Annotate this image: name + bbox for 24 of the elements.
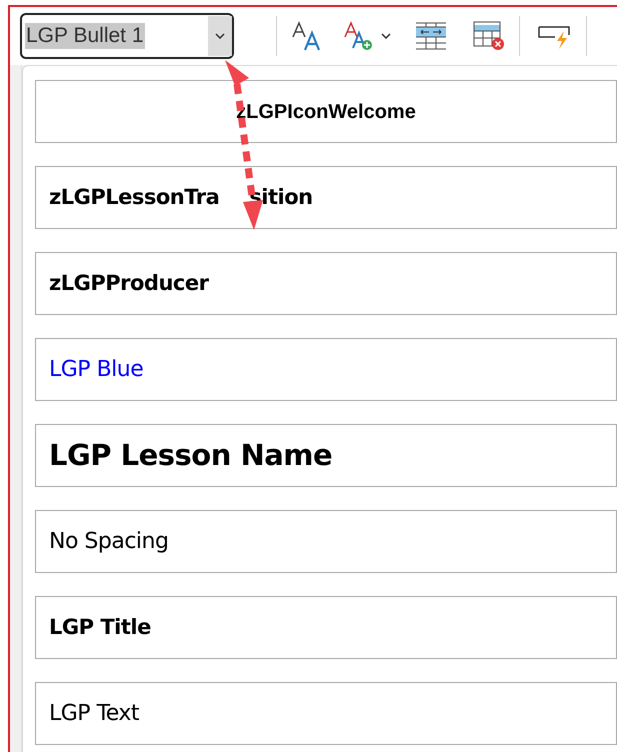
style-item[interactable]: LGP Blue	[35, 338, 617, 401]
style-name: LGP Text	[49, 700, 140, 728]
style-item[interactable]: LGP Text	[35, 682, 617, 745]
style-item[interactable]: zLGPProducer	[35, 252, 617, 315]
style-value: LGP Bullet 1	[25, 23, 145, 49]
style-item[interactable]: No Spacing	[35, 510, 617, 573]
style-item[interactable]: LGP Title	[35, 596, 617, 659]
text-style-icon[interactable]	[291, 21, 323, 51]
style-name: No Spacing	[49, 528, 168, 556]
dropdown-button[interactable]	[208, 16, 232, 56]
style-combo-box[interactable]: LGP Bullet 1	[20, 13, 234, 59]
style-item[interactable]: LGP Lesson Name	[35, 424, 617, 487]
delete-table-icon[interactable]	[473, 21, 505, 51]
style-name: zLGPProducer	[49, 270, 208, 297]
style-name: LGP Blue	[49, 356, 144, 384]
style-item[interactable]: zLGPIconWelcome	[35, 80, 617, 143]
table-columns-icon[interactable]	[415, 22, 447, 50]
style-name: zLGPIconWelcome	[236, 100, 416, 124]
style-name: LGP Lesson Name	[49, 436, 332, 474]
chevron-down-icon	[215, 33, 225, 39]
chevron-down-icon[interactable]	[381, 33, 391, 39]
style-name: LGP Title	[49, 614, 151, 641]
new-style-icon[interactable]	[343, 21, 375, 51]
style-name: zLGPLessonTra	[49, 184, 220, 211]
